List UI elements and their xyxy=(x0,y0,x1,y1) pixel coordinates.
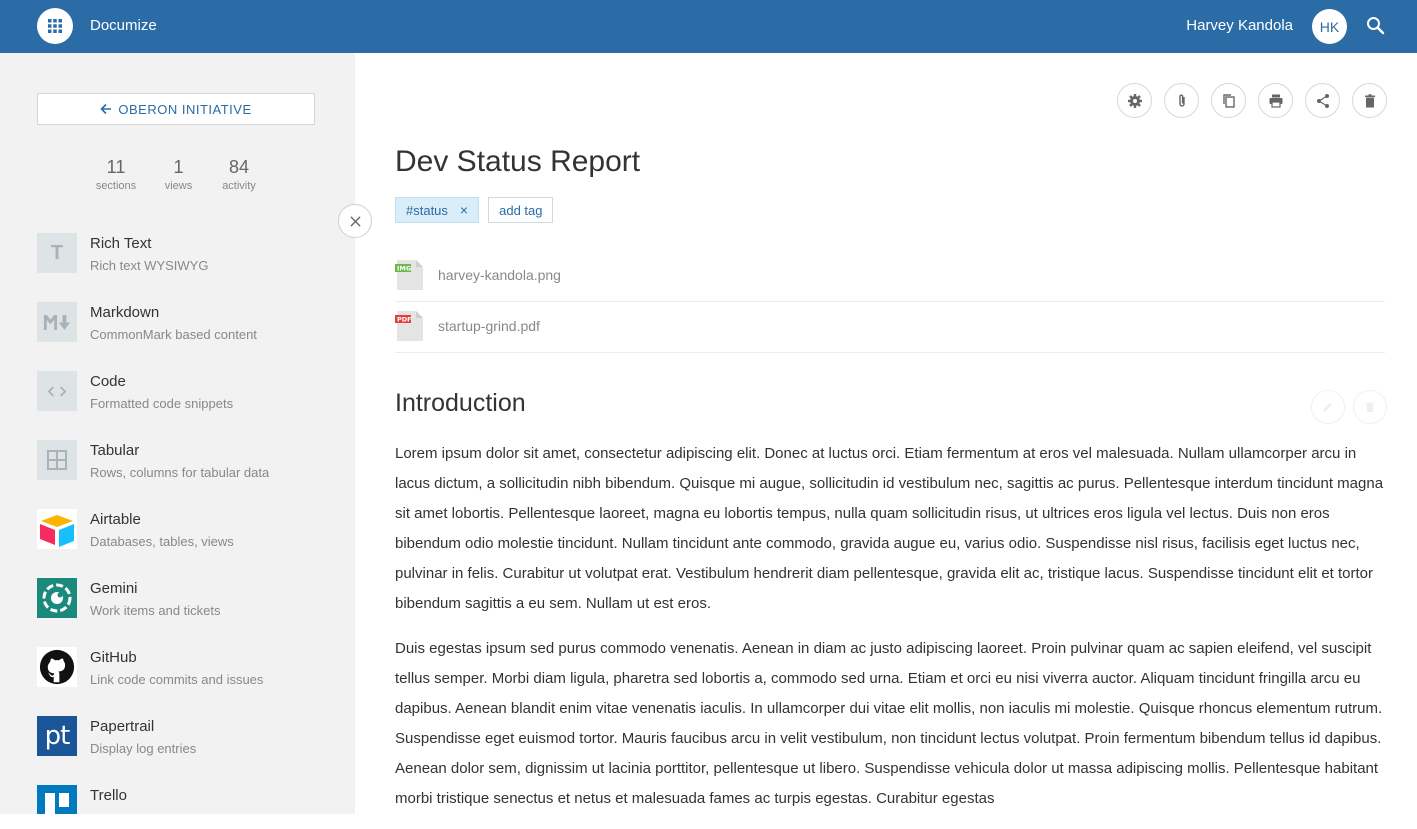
tag-bar: #status × add tag xyxy=(395,197,554,223)
section-type-desc: Rich text WYSIWYG xyxy=(90,258,209,273)
document-view: Dev Status Report #status × add tag IMG … xyxy=(355,53,1417,814)
markdown-icon xyxy=(37,302,77,342)
search-icon xyxy=(1367,17,1385,35)
section-type-rich-text[interactable]: T Rich Text Rich text WYSIWYG xyxy=(37,233,337,302)
section-type-title: Tabular xyxy=(90,442,140,459)
copy-button[interactable] xyxy=(1211,83,1246,118)
attachment-item[interactable]: PDF startup-grind.pdf xyxy=(395,302,1385,353)
apps-grid-icon xyxy=(48,19,62,33)
document-title[interactable]: Dev Status Report xyxy=(395,145,640,179)
arrow-left-icon xyxy=(100,103,112,115)
section-body: Lorem ipsum dolor sit amet, consectetur … xyxy=(395,439,1387,829)
stat-views: 1 views xyxy=(160,157,197,192)
section-type-title: Trello xyxy=(90,787,127,804)
user-name[interactable]: Harvey Kandola xyxy=(1186,17,1293,34)
rich-text-icon: T xyxy=(37,233,77,273)
stat-label: activity xyxy=(222,180,256,192)
delete-icon xyxy=(1364,93,1375,107)
paragraph: Duis egestas ipsum sed purus commodo ven… xyxy=(395,640,1383,807)
section-type-papertrail[interactable]: pt Papertrail Display log entries xyxy=(37,716,337,785)
section-type-desc: Formatted code snippets xyxy=(90,396,234,411)
papertrail-icon: pt xyxy=(37,716,77,756)
section-type-gemini[interactable]: Gemini Work items and tickets xyxy=(37,578,337,647)
close-sidebar-button[interactable] xyxy=(338,204,372,238)
stat-sections: 11 sections xyxy=(90,157,142,192)
attachment-name[interactable]: startup-grind.pdf xyxy=(438,318,540,334)
section-type-title: Airtable xyxy=(90,511,141,528)
copy-icon xyxy=(1222,93,1235,108)
image-file-icon: IMG xyxy=(395,260,423,290)
paragraph: Lorem ipsum dolor sit amet, consectetur … xyxy=(395,445,1384,612)
section-type-title: Code xyxy=(90,373,126,390)
top-bar: Documize Harvey Kandola HK xyxy=(0,0,1417,53)
document-toolbar xyxy=(1117,83,1387,118)
apps-grid-button[interactable] xyxy=(37,8,73,44)
section-type-github[interactable]: GitHub Link code commits and issues xyxy=(37,647,337,716)
share-button[interactable] xyxy=(1305,83,1340,118)
remove-tag-icon[interactable]: × xyxy=(460,202,468,218)
section-type-title: Papertrail xyxy=(90,718,155,735)
close-icon xyxy=(349,215,361,227)
section-type-list: T Rich Text Rich text WYSIWYG Markdown C… xyxy=(37,233,337,814)
section-type-title: Gemini xyxy=(90,580,138,597)
section-type-desc: Rows, columns for tabular data xyxy=(90,465,270,480)
svg-text:PDF: PDF xyxy=(397,316,412,324)
section-type-markdown[interactable]: Markdown CommonMark based content xyxy=(37,302,337,371)
stat-label: sections xyxy=(95,180,137,192)
settings-button[interactable] xyxy=(1117,83,1152,118)
pdf-file-icon: PDF xyxy=(395,311,423,341)
attachment-button[interactable] xyxy=(1164,83,1199,118)
section-type-desc: Databases, tables, views xyxy=(90,534,234,549)
attachment-item[interactable]: IMG harvey-kandola.png xyxy=(395,251,1385,302)
gemini-icon xyxy=(37,578,77,618)
search-button[interactable] xyxy=(1365,15,1387,37)
table-icon xyxy=(37,440,77,480)
code-icon xyxy=(37,371,77,411)
section-type-desc: CommonMark based content xyxy=(90,327,257,342)
section-type-desc: Display log entries xyxy=(90,741,197,756)
svg-text:IMG: IMG xyxy=(397,265,411,273)
trello-icon xyxy=(37,785,77,814)
settings-icon xyxy=(1127,93,1142,108)
delete-button[interactable] xyxy=(1352,83,1387,118)
github-icon xyxy=(37,647,77,687)
attachment-list: IMG harvey-kandola.png PDF startup-grind… xyxy=(395,251,1385,353)
airtable-icon xyxy=(37,509,77,549)
tag-chip[interactable]: #status × xyxy=(395,197,480,223)
section-type-tabular[interactable]: Tabular Rows, columns for tabular data xyxy=(37,440,337,509)
delete-section-button[interactable] xyxy=(1353,390,1387,424)
share-icon xyxy=(1316,93,1329,108)
print-button[interactable] xyxy=(1258,83,1293,118)
section-type-title: GitHub xyxy=(90,649,137,666)
section-type-airtable[interactable]: Airtable Databases, tables, views xyxy=(37,509,337,578)
stat-value: 84 xyxy=(228,157,250,177)
add-tag-button[interactable]: add tag xyxy=(488,197,554,223)
stat-activity: 84 activity xyxy=(214,157,264,192)
avatar[interactable]: HK xyxy=(1312,9,1347,44)
section-heading[interactable]: Introduction xyxy=(395,389,526,418)
back-label: OBERON INITIATIVE xyxy=(118,101,252,117)
section-actions xyxy=(1311,390,1387,424)
stat-value: 11 xyxy=(106,157,126,177)
section-type-code[interactable]: Code Formatted code snippets xyxy=(37,371,337,440)
section-type-trello[interactable]: Trello xyxy=(37,785,337,814)
section-type-desc: Work items and tickets xyxy=(90,603,221,618)
sidebar: OBERON INITIATIVE 11 sections 1 views 84… xyxy=(0,53,355,814)
section-type-title: Markdown xyxy=(90,304,160,321)
section-type-desc: Link code commits and issues xyxy=(90,672,264,687)
stat-value: 1 xyxy=(173,157,184,177)
attachment-name[interactable]: harvey-kandola.png xyxy=(438,267,561,283)
tag-label: #status xyxy=(406,202,448,218)
edit-icon xyxy=(1323,403,1332,412)
delete-icon xyxy=(1366,402,1374,412)
stat-label: views xyxy=(164,180,193,192)
back-to-space-button[interactable]: OBERON INITIATIVE xyxy=(37,93,315,125)
attachment-icon xyxy=(1178,94,1185,107)
print-icon xyxy=(1269,94,1282,108)
edit-section-button[interactable] xyxy=(1311,390,1345,424)
section-type-title: Rich Text xyxy=(90,235,152,252)
app-name[interactable]: Documize xyxy=(90,17,157,34)
